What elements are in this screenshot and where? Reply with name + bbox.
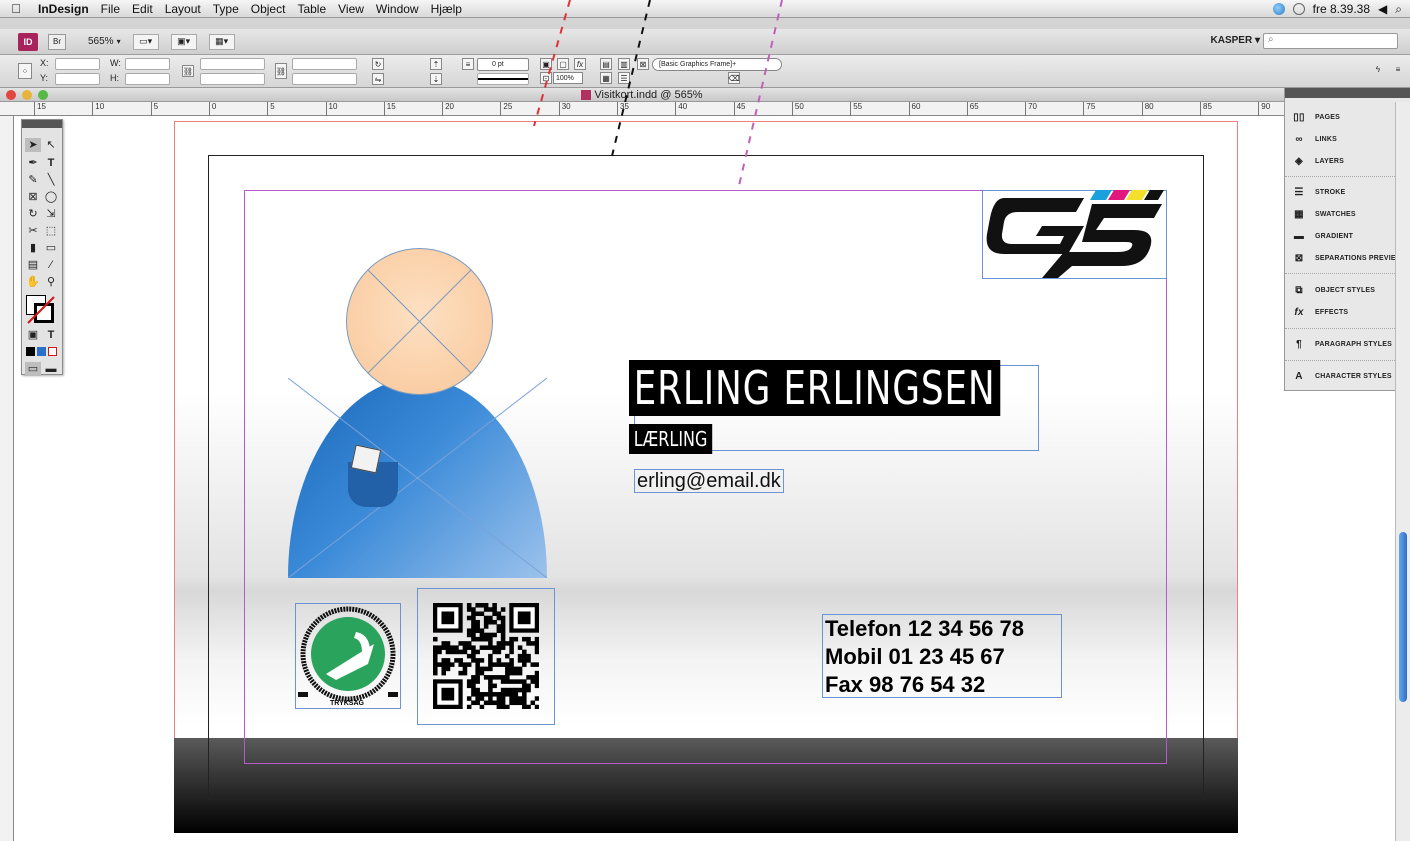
- selection-tool-icon[interactable]: ➤: [25, 138, 41, 152]
- pencil-tool-icon[interactable]: ✎: [25, 173, 41, 187]
- gradient-icon: ▬: [1293, 230, 1305, 242]
- panel-label: PAGES: [1315, 113, 1340, 121]
- mobile-line: Mobil 01 23 45 67: [825, 644, 1005, 669]
- panel-label: OBJECT STYLES: [1315, 286, 1376, 294]
- panel-label: CHARACTER STYLES: [1315, 372, 1392, 380]
- character-styles-icon: A: [1295, 370, 1303, 382]
- panel-gradient[interactable]: ▬ GRADIENT: [1285, 225, 1410, 247]
- panel-label: LINKS: [1315, 135, 1337, 143]
- panel-label: SEPARATIONS PREVIEW: [1315, 254, 1403, 262]
- layers-icon: ◈: [1295, 155, 1303, 167]
- panel-label: EFFECTS: [1315, 308, 1349, 316]
- rectangle-frame-tool-icon[interactable]: ⊠: [25, 190, 41, 204]
- panel-divider: [1285, 273, 1410, 274]
- panel-label: SWATCHES: [1315, 210, 1356, 218]
- indesign-window:  InDesign File Edit Layout Type Object …: [0, 0, 1410, 841]
- panel-label: LAYERS: [1315, 157, 1344, 165]
- fax-line: Fax 98 76 54 32: [825, 672, 986, 697]
- object-styles-icon: ⧉: [1295, 284, 1303, 296]
- type-tool-icon[interactable]: T: [43, 156, 59, 170]
- panel-paragraph-styles[interactable]: ¶ PARAGRAPH STYLES: [1285, 333, 1410, 355]
- apply-color-button[interactable]: [26, 347, 35, 356]
- panel-character-styles[interactable]: A CHARACTER STYLES: [1285, 365, 1410, 387]
- scale-tool-icon[interactable]: ⇲: [43, 207, 59, 221]
- scissors-tool-icon[interactable]: ✂: [25, 224, 41, 238]
- separations-icon: ⊠: [1294, 252, 1304, 264]
- panel-effects[interactable]: fx EFFECTS: [1285, 301, 1410, 323]
- normal-view-icon[interactable]: ▭: [25, 362, 41, 376]
- rotate-tool-icon[interactable]: ↻: [25, 207, 41, 221]
- formatting-text-icon[interactable]: T: [43, 328, 59, 342]
- stroke-icon: ☰: [1294, 186, 1304, 198]
- paragraph-styles-icon: ¶: [1296, 338, 1302, 350]
- panel-label: PARAGRAPH STYLES: [1315, 340, 1392, 348]
- none-slash-icon: [27, 296, 55, 324]
- panel-label: STROKE: [1315, 188, 1346, 196]
- swatches-icon: ▦: [1294, 208, 1304, 220]
- panel-dock: ▯▯ PAGES ∞ LINKS ◈ LAYERS ☰ STROKE ▦ SWATCHES…: [1284, 88, 1410, 391]
- direct-selection-tool-icon[interactable]: ↖: [43, 138, 59, 152]
- hand-tool-icon[interactable]: ✋: [25, 275, 41, 289]
- panel-label: GRADIENT: [1315, 232, 1354, 240]
- vertical-scrollbar[interactable]: [1395, 102, 1410, 841]
- contact-text-frame[interactable]: Telefon 12 34 56 78 Mobil 01 23 45 67 Fa…: [822, 614, 1062, 698]
- eco-label-text: TRYKSAG: [330, 700, 364, 707]
- card-role[interactable]: LÆRLING: [629, 424, 713, 454]
- card-name[interactable]: ERLING ERLINGSEN: [629, 360, 1001, 416]
- panel-links[interactable]: ∞ LINKS: [1285, 128, 1410, 150]
- note-tool-icon[interactable]: ▤: [25, 258, 41, 272]
- body-frame-lines: [288, 378, 547, 578]
- zoom-tool-icon[interactable]: ⚲: [43, 275, 59, 289]
- eco-label-graphic: [298, 606, 398, 702]
- phone-line: Telefon 12 34 56 78: [825, 616, 1024, 641]
- panel-stroke[interactable]: ☰ STROKE: [1285, 181, 1410, 203]
- scrollbar-thumb[interactable]: [1399, 532, 1407, 702]
- pen-tool-icon[interactable]: ✒: [25, 156, 41, 170]
- apply-gradient-button[interactable]: [37, 347, 46, 356]
- eyedropper-tool-icon[interactable]: ⁄: [43, 258, 59, 272]
- panel-object-styles[interactable]: ⧉ OBJECT STYLES: [1285, 279, 1410, 301]
- panel-layers[interactable]: ◈ LAYERS: [1285, 150, 1410, 172]
- links-icon: ∞: [1295, 133, 1303, 145]
- card-email[interactable]: erling@email.dk: [634, 469, 784, 493]
- free-transform-tool-icon[interactable]: ⬚: [43, 224, 59, 238]
- preview-view-icon[interactable]: ▬: [43, 362, 59, 376]
- formatting-container-icon[interactable]: ▣: [25, 328, 41, 342]
- fill-stroke-swatch[interactable]: [26, 295, 56, 325]
- head-frame-lines: [367, 269, 472, 374]
- gp-logo: [986, 190, 1164, 278]
- panel-dock-header[interactable]: [1285, 88, 1410, 98]
- tools-panel-header[interactable]: [22, 120, 62, 128]
- panel-divider: [1285, 328, 1410, 329]
- gradient-swatch-tool-icon[interactable]: ▮: [25, 241, 41, 255]
- effects-icon: fx: [1294, 306, 1304, 318]
- pages-icon: ▯▯: [1293, 111, 1305, 123]
- qr-code-graphic: [433, 603, 539, 709]
- apply-none-button[interactable]: [48, 347, 57, 356]
- panel-divider: [1285, 176, 1410, 177]
- gradient-feather-tool-icon[interactable]: ▭: [43, 241, 59, 255]
- panel-divider: [1285, 360, 1410, 361]
- panel-pages[interactable]: ▯▯ PAGES: [1285, 106, 1410, 128]
- tools-panel: ➤ ↖ ✒ T ✎ ╲ ⊠ ◯ ↻ ⇲ ✂ ⬚ ▮ ▭ ▤ ⁄ ✋ ⚲ ▣ T …: [21, 119, 63, 376]
- ellipse-tool-icon[interactable]: ◯: [43, 190, 59, 204]
- line-tool-icon[interactable]: ╲: [43, 173, 59, 187]
- business-card-icon: [350, 444, 382, 474]
- panel-swatches[interactable]: ▦ SWATCHES: [1285, 203, 1410, 225]
- panel-separations-preview[interactable]: ⊠ SEPARATIONS PREVIEW: [1285, 247, 1410, 269]
